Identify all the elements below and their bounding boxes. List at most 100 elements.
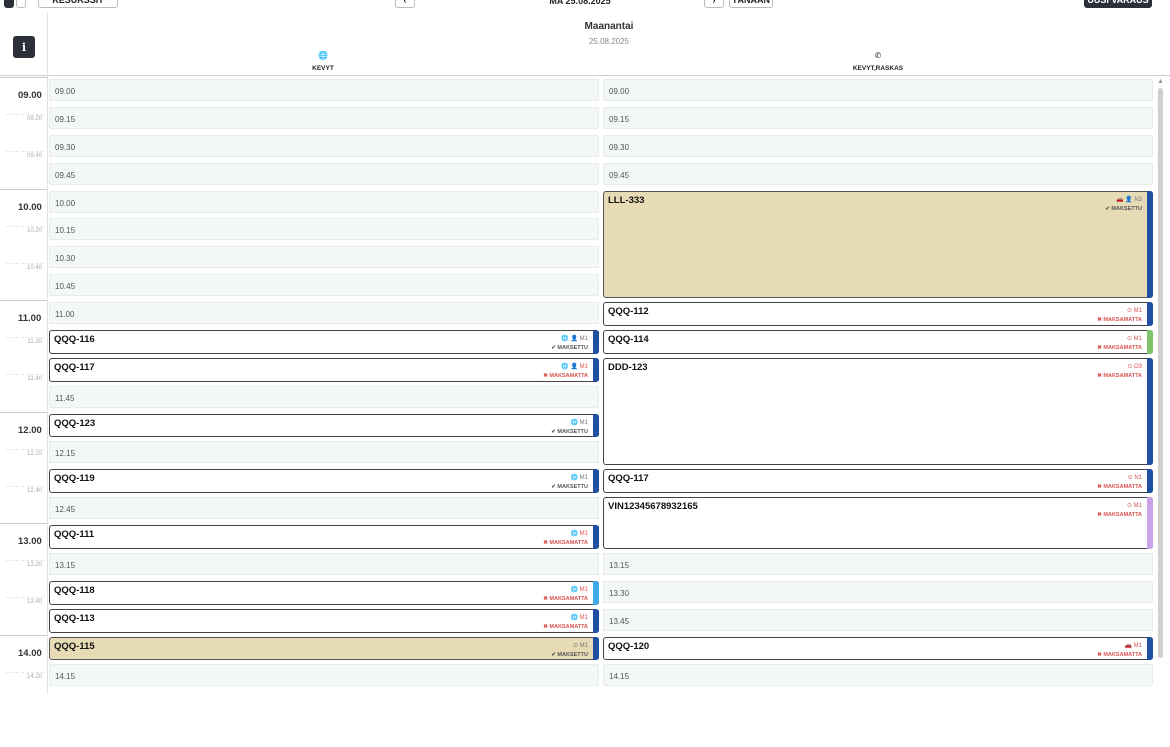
empty-slot[interactable]: 13.45 — [603, 609, 1153, 631]
booking-card[interactable]: DDD-123⊙ O3✖ MAKSAMATTA — [603, 358, 1153, 466]
booking-status-stripe — [1147, 302, 1153, 326]
booking-status-stripe — [593, 609, 599, 633]
prev-day-button[interactable]: ‹ — [395, 0, 415, 8]
booking-plate: VIN12345678932165 — [608, 501, 698, 512]
list-view-icon[interactable] — [16, 0, 26, 8]
booking-status-stripe — [593, 469, 599, 493]
booking-card[interactable]: QQQ-112⊙ M1✖ MAKSAMATTA — [603, 302, 1153, 326]
minor-time-label: 11.20 — [6, 337, 44, 348]
minor-time-text: 11.40 — [27, 376, 42, 382]
empty-slot[interactable]: 09.00 — [49, 79, 599, 101]
booking-card[interactable]: QQQ-114⊙ M1✖ MAKSAMATTA — [603, 330, 1153, 354]
empty-slot[interactable]: 10.00 — [49, 191, 599, 213]
empty-slot[interactable]: 12.45 — [49, 497, 599, 519]
minor-time-text: 12.40 — [27, 488, 42, 494]
booking-meta: ⊙ M1 — [1127, 502, 1142, 509]
empty-slot[interactable]: 10.30 — [49, 246, 599, 268]
booking-card[interactable]: QQQ-119🌐 M1✔ MAKSETTU — [49, 469, 599, 493]
payment-status: ✖ MAKSAMATTA — [543, 373, 588, 379]
next-day-button[interactable]: › — [704, 0, 724, 8]
booking-card[interactable]: QQQ-115⊙ M1✔ MAKSETTU — [49, 637, 599, 661]
booking-card[interactable]: LLL-333🚗 👤 N3✔ MAKSETTU — [603, 191, 1153, 299]
booking-meta: 🌐 M1 — [571, 474, 588, 481]
booking-meta: ⊙ M1 — [1127, 307, 1142, 314]
current-date: MA 25.08.2025 — [520, 0, 640, 8]
booking-plate: QQQ-123 — [54, 418, 95, 429]
minor-time-label: 11.40 — [6, 374, 44, 385]
empty-slot[interactable]: 14.15 — [49, 664, 599, 686]
booking-status-stripe — [593, 637, 599, 661]
hour-label: 09.00 — [0, 77, 47, 190]
minor-time-text: 13.40 — [27, 599, 42, 605]
minor-time-label: 12.20 — [6, 449, 44, 460]
booking-meta: ⊙ N1 — [1128, 474, 1142, 481]
payment-status: ✔ MAKSETTU — [551, 429, 588, 435]
booking-card[interactable]: QQQ-116🌐 👤 M1✔ MAKSETTU — [49, 330, 599, 354]
booking-status-stripe — [1147, 191, 1153, 299]
booking-status-stripe — [593, 358, 599, 382]
booking-card[interactable]: QQQ-117 🌐 👤 M1 ✖ MAKSAMATTA — [49, 358, 599, 382]
booking-status-stripe — [593, 525, 599, 549]
resources-button[interactable]: RESURSSIT — [38, 0, 118, 8]
empty-slot[interactable]: 09.15 — [603, 107, 1153, 129]
booking-plate: DDD-123 — [608, 362, 648, 373]
hour-label: 13.00 — [0, 523, 47, 636]
empty-slot[interactable]: 09.00 — [603, 79, 1153, 101]
booking-plate: QQQ-119 — [54, 473, 95, 484]
booking-card[interactable]: QQQ-120🚗 M1✖ MAKSAMATTA — [603, 637, 1153, 661]
empty-slot[interactable]: 09.15 — [49, 107, 599, 129]
booking-meta: ⊙ M1 — [1127, 335, 1142, 342]
today-button[interactable]: TÄNÄÄN — [729, 0, 773, 8]
empty-slot[interactable]: 10.15 — [49, 218, 599, 240]
minor-time-text: 10.20 — [27, 228, 42, 234]
booking-card[interactable]: QQQ-118🌐 M1✖ MAKSAMATTA — [49, 581, 599, 605]
booking-status-stripe — [1147, 497, 1153, 549]
empty-slot[interactable]: 09.45 — [49, 163, 599, 185]
booking-meta: 🌐 👤 M1 — [561, 363, 588, 370]
header-divider — [0, 75, 1170, 76]
payment-status: ✖ MAKSAMATTA — [1097, 373, 1142, 379]
empty-slot[interactable]: 09.45 — [603, 163, 1153, 185]
booking-plate: LLL-333 — [608, 195, 644, 206]
booking-plate: QQQ-117 — [54, 362, 95, 373]
hour-text: 13.00 — [18, 536, 42, 547]
empty-slot[interactable]: 14.15 — [603, 664, 1153, 686]
booking-card[interactable]: QQQ-123🌐 M1✔ MAKSETTU — [49, 414, 599, 438]
minor-time-text: 10.40 — [27, 265, 42, 271]
empty-slot[interactable]: 09.30 — [603, 135, 1153, 157]
booking-meta: 🚗 M1 — [1125, 642, 1142, 649]
empty-slot[interactable]: 13.15 — [603, 553, 1153, 575]
booking-card[interactable]: QQQ-113🌐 M1✖ MAKSAMATTA — [49, 609, 599, 633]
empty-slot[interactable]: 13.30 — [603, 581, 1153, 603]
booking-status-stripe — [593, 330, 599, 354]
payment-status: ✔ MAKSETTU — [1105, 206, 1142, 212]
booking-card[interactable]: VIN12345678932165 ⊙ M1 ✖ MAKSAMATTA — [603, 497, 1153, 549]
empty-slot[interactable]: 09.30 — [49, 135, 599, 157]
empty-slot[interactable]: 12.15 — [49, 441, 599, 463]
minor-time-label: 10.40 — [6, 263, 44, 274]
day-name: Maanantai — [48, 21, 1170, 32]
new-booking-button[interactable]: UUSI VARAUS — [1084, 0, 1152, 8]
phone-icon: ✆ — [858, 51, 898, 60]
empty-slot[interactable]: 11.45 — [49, 386, 599, 408]
booking-card[interactable]: QQQ-111🌐 M1✖ MAKSAMATTA — [49, 525, 599, 549]
booking-status-stripe — [593, 581, 599, 605]
empty-slot[interactable]: 13.15 — [49, 553, 599, 575]
empty-slot[interactable]: 10.45 — [49, 274, 599, 296]
booking-plate: QQQ-120 — [608, 641, 649, 652]
empty-slot[interactable]: 11.00 — [49, 302, 599, 324]
payment-status: ✖ MAKSAMATTA — [1097, 512, 1142, 518]
booking-status-stripe — [1147, 358, 1153, 466]
booking-plate: QQQ-115 — [54, 641, 95, 652]
scrollbar[interactable] — [1158, 88, 1163, 658]
calendar-view-icon[interactable] — [4, 0, 14, 8]
payment-status: ✖ MAKSAMATTA — [543, 596, 588, 602]
scroll-up-arrow-icon[interactable]: ▲ — [1157, 78, 1164, 85]
toolbar: RESURSSIT ‹ MA 25.08.2025 › TÄNÄÄN UUSI … — [0, 0, 1170, 10]
info-button[interactable]: i — [13, 36, 35, 58]
minor-time-text: 09.40 — [27, 153, 42, 159]
minor-time-label: 09.40 — [6, 151, 44, 162]
payment-status: ✖ MAKSAMATTA — [1097, 484, 1142, 490]
booking-card[interactable]: QQQ-117⊙ N1✖ MAKSAMATTA — [603, 469, 1153, 493]
booking-meta: 🌐 M1 — [571, 586, 588, 593]
